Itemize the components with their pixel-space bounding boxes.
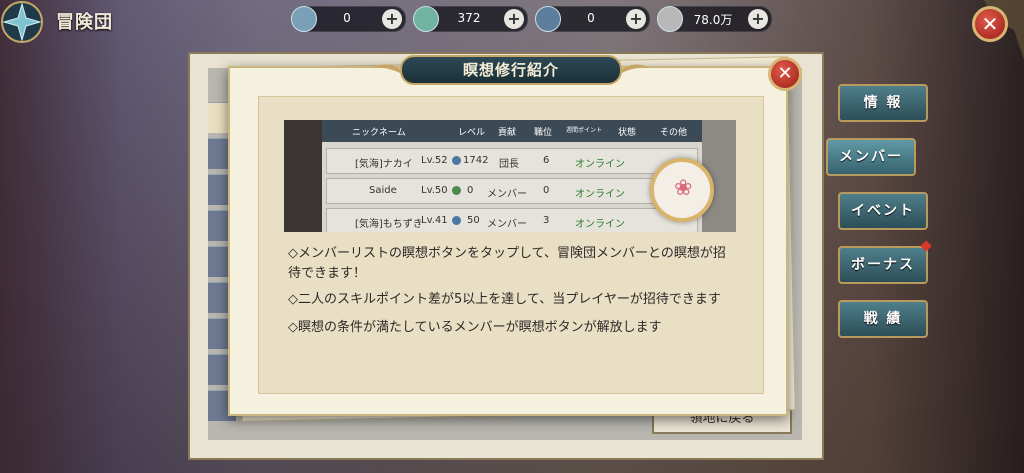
level-badge-icon bbox=[452, 155, 461, 165]
tab-records[interactable]: 戦 績 bbox=[838, 300, 928, 338]
resource-coin-badge: 0 + bbox=[535, 6, 650, 32]
meditation-intro-modal bbox=[228, 66, 788, 416]
guild-crest-icon bbox=[1, 1, 43, 43]
modal-title: 瞑想修行紹介 bbox=[400, 55, 622, 85]
tab-info[interactable]: 情 報 bbox=[838, 84, 928, 122]
description-line: ◇メンバーリストの瞑想ボタンをタップして、冒険団メンバーとの瞑想が招 bbox=[288, 246, 726, 261]
crystal-icon bbox=[413, 6, 439, 32]
close-screen-button[interactable]: ✕ bbox=[972, 6, 1008, 42]
page-title: 冒険団 bbox=[56, 12, 113, 33]
close-icon: ✕ bbox=[777, 63, 793, 84]
banner-ornament-icon bbox=[372, 64, 402, 74]
meditation-lotus-icon: ❀ bbox=[674, 176, 693, 201]
description-line: ◇瞑想の条件が満たしているメンバーが瞑想ボタンが解放します bbox=[288, 320, 662, 335]
banner-ornament-icon bbox=[620, 64, 650, 74]
preview-row: [気海]ナカイ Lv.52 1742 団長 6 オンライン bbox=[326, 148, 698, 174]
close-icon: ✕ bbox=[981, 12, 999, 36]
level-badge-icon bbox=[452, 185, 461, 195]
tab-bonus[interactable]: ボーナス bbox=[838, 246, 928, 284]
description-line: 待できます！ bbox=[288, 266, 367, 281]
tab-events[interactable]: イベント bbox=[838, 192, 928, 230]
description-line: ◇二人のスキルポイント差が5以上を達して、当プレイヤーが招待できます bbox=[288, 292, 721, 307]
resource-feather: 0 + bbox=[291, 6, 406, 32]
add-coin-badge-button[interactable]: + bbox=[626, 9, 646, 29]
close-modal-button[interactable]: ✕ bbox=[768, 57, 802, 91]
preview-header: ニックネーム レベル 貢献 職位 週間ポイント 状態 その他 bbox=[322, 120, 702, 142]
add-silver-button[interactable]: + bbox=[748, 9, 768, 29]
meditation-button-highlight: ❀ bbox=[650, 158, 714, 222]
feather-icon bbox=[291, 6, 317, 32]
add-feather-button[interactable]: + bbox=[382, 9, 402, 29]
tab-members[interactable]: メンバー bbox=[826, 138, 916, 176]
resource-silver: 78.0万 + bbox=[657, 6, 772, 32]
preview-row: Saide Lv.50 0 メンバー 0 オンライン bbox=[326, 178, 698, 204]
add-crystal-button[interactable]: + bbox=[504, 9, 524, 29]
coin-badge-icon bbox=[535, 6, 561, 32]
silver-coin-icon bbox=[657, 6, 683, 32]
level-badge-icon bbox=[452, 215, 461, 225]
resource-crystal: 372 + bbox=[413, 6, 528, 32]
preview-row: [気海]もちずき Lv.41 50 メンバー 3 オンライン bbox=[326, 208, 698, 232]
